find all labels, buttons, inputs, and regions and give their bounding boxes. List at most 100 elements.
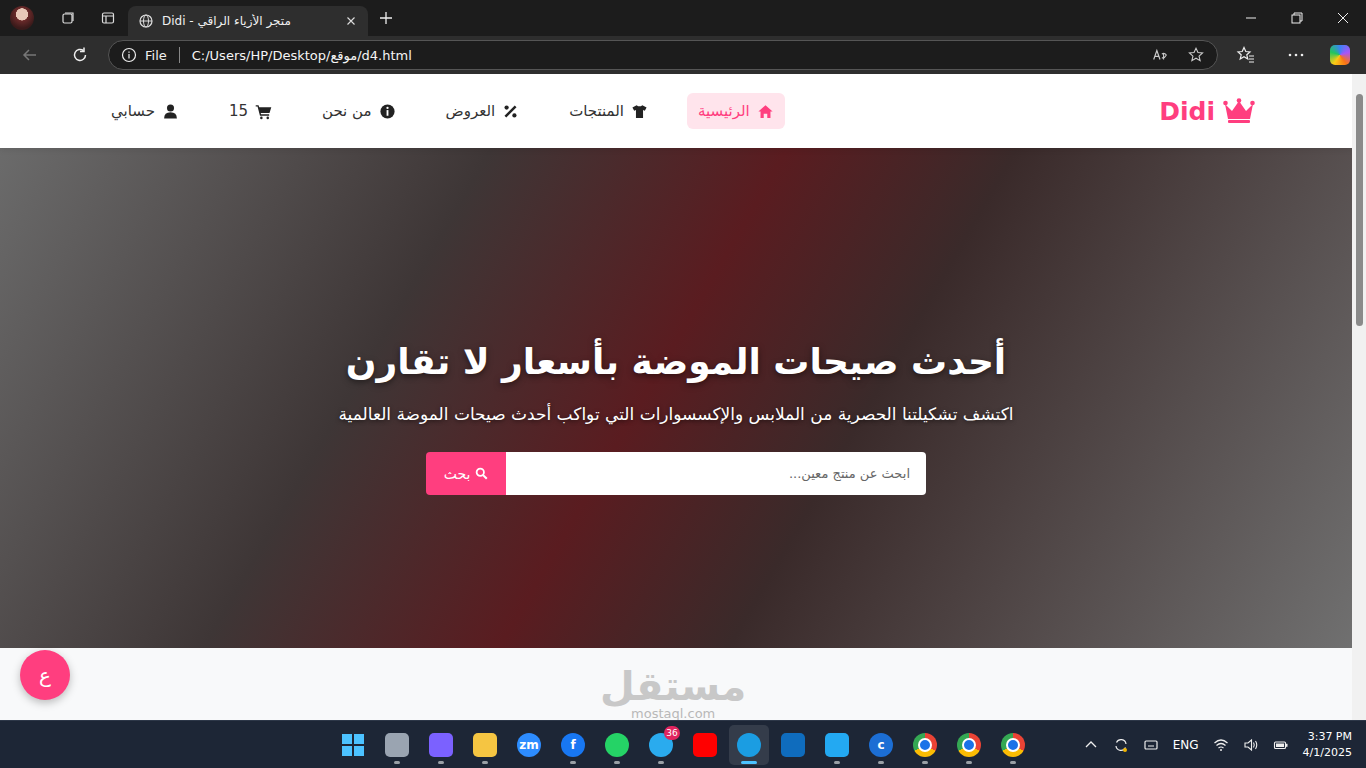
nav-item[interactable]: العروض	[435, 93, 531, 129]
taskbar-app[interactable]	[773, 725, 813, 765]
nav-item[interactable]: حسابي	[100, 93, 190, 129]
cart-icon	[255, 103, 272, 120]
nav-label: من نحن	[322, 102, 372, 120]
clock-date: 4/1/2025	[1303, 745, 1352, 761]
nav-label: العروض	[446, 102, 496, 120]
windows-start-icon	[342, 734, 364, 756]
taskbar-app[interactable]	[685, 725, 725, 765]
search-button-label: بحث	[444, 466, 471, 482]
toolbar: File C:/Users/HP/Desktop/موقع/d4.html	[0, 36, 1366, 74]
profile-avatar-icon[interactable]	[10, 6, 34, 30]
taskbar-app[interactable]: f	[553, 725, 593, 765]
running-indicator	[350, 761, 356, 764]
nav-label: المنتجات	[569, 102, 624, 120]
scheme-label: File	[145, 48, 167, 63]
nav-label: حسابي	[111, 102, 155, 120]
wifi-icon[interactable]	[1213, 737, 1229, 753]
taskbar-app[interactable]: c	[861, 725, 901, 765]
globe-icon	[138, 13, 154, 29]
watermark-brand: مستقل	[600, 666, 746, 706]
back-arrow-icon[interactable]	[8, 45, 52, 65]
taskbar-app[interactable]	[905, 725, 945, 765]
tab-actions-icon[interactable]	[100, 10, 116, 26]
search-button[interactable]: بحث	[426, 452, 506, 495]
more-icon[interactable]	[1274, 45, 1318, 65]
hero-subtitle: اكتشف تشكيلتنا الحصرية من الملابس والإكس…	[339, 404, 1014, 424]
running-indicator	[790, 761, 796, 764]
sync-icon[interactable]	[1113, 737, 1129, 753]
taskbar-app[interactable]	[421, 725, 461, 765]
site-logo[interactable]: Didi	[1159, 97, 1255, 126]
running-indicator	[614, 761, 620, 764]
browser-tab[interactable]: متجر الأزياء الراقي - Didi	[128, 6, 368, 36]
favorite-star-icon[interactable]	[1187, 46, 1205, 64]
percent-icon	[502, 103, 519, 120]
scrollbar-thumb[interactable]	[1356, 94, 1363, 326]
taskbar-app[interactable]	[817, 725, 857, 765]
site-info-icon[interactable]	[121, 47, 137, 63]
search-input[interactable]	[506, 452, 926, 495]
language-indicator[interactable]: ENG	[1173, 738, 1199, 752]
content-section: مستقلmostaql.com	[0, 648, 1352, 720]
taskbar-app[interactable]	[597, 725, 637, 765]
running-indicator	[482, 761, 488, 764]
site-navbar: Didi الرئيسية المنتجات العروض من نحن 15 حسابي	[0, 74, 1352, 148]
nav-item[interactable]: المنتجات	[558, 93, 659, 129]
running-indicator	[526, 761, 532, 764]
running-indicator	[741, 761, 757, 764]
taskbar: zmf 36 c ENG 3:37 PM4/1/2025	[0, 720, 1366, 768]
clock-time: 3:37 PM	[1308, 729, 1352, 745]
minimize-icon[interactable]	[1228, 3, 1274, 33]
taskbar-app[interactable]: zm	[509, 725, 549, 765]
close-window-icon[interactable]	[1320, 3, 1366, 33]
nav-label: 15	[229, 102, 248, 120]
url-text[interactable]: C:/Users/HP/Desktop/موقع/d4.html	[192, 48, 412, 63]
system-tray: ENG 3:37 PM4/1/2025	[1033, 729, 1366, 761]
favorites-icon[interactable]	[1224, 45, 1268, 65]
taskbar-app[interactable]	[333, 725, 373, 765]
nav-item[interactable]: الرئيسية	[687, 93, 785, 129]
taskbar-app[interactable]	[949, 725, 989, 765]
user-icon	[162, 103, 179, 120]
app-icon	[385, 733, 409, 757]
running-indicator	[878, 761, 884, 764]
running-indicator	[702, 761, 708, 764]
taskbar-app[interactable]	[377, 725, 417, 765]
running-indicator	[658, 761, 664, 764]
nav-label: الرئيسية	[698, 102, 750, 120]
read-aloud-icon[interactable]	[1151, 46, 1169, 64]
viewport: Didi الرئيسية المنتجات العروض من نحن 15 حسابي أ…	[0, 74, 1366, 720]
watermark-domain: mostaql.com	[631, 706, 715, 720]
taskbar-app[interactable]	[465, 725, 505, 765]
battery-icon[interactable]	[1273, 737, 1289, 753]
refresh-icon[interactable]	[58, 45, 102, 65]
search-form: بحث	[426, 452, 926, 495]
home-icon	[757, 103, 774, 120]
chat-button[interactable]: ع	[20, 650, 70, 700]
shirt-icon	[631, 103, 648, 120]
taskbar-app[interactable]	[729, 725, 769, 765]
close-tab-icon[interactable]	[344, 14, 358, 28]
copilot-icon[interactable]	[1330, 45, 1350, 65]
taskbar-app[interactable]: 36	[641, 725, 681, 765]
address-bar[interactable]: File C:/Users/HP/Desktop/موقع/d4.html	[108, 40, 1218, 70]
chrome-icon	[1001, 733, 1025, 757]
hero-title: أحدث صيحات الموضة بأسعار لا تقارن	[346, 341, 1006, 382]
nav-item[interactable]: 15	[218, 93, 283, 129]
app-icon: zm	[517, 733, 541, 757]
scrollbar[interactable]	[1352, 74, 1366, 720]
app-icon: c	[869, 733, 893, 757]
volume-icon[interactable]	[1243, 737, 1259, 753]
nav-item[interactable]: من نحن	[311, 93, 407, 129]
chevron-up-icon[interactable]	[1083, 737, 1099, 753]
new-tab-icon[interactable]	[378, 10, 394, 26]
running-indicator	[1010, 761, 1016, 764]
running-indicator	[834, 761, 840, 764]
running-indicator	[966, 761, 972, 764]
clock[interactable]: 3:37 PM4/1/2025	[1303, 729, 1352, 761]
taskbar-app[interactable]	[993, 725, 1033, 765]
device-icon[interactable]	[1143, 737, 1159, 753]
separator	[179, 47, 180, 63]
workspaces-icon[interactable]	[60, 10, 76, 26]
restore-icon[interactable]	[1274, 3, 1320, 33]
